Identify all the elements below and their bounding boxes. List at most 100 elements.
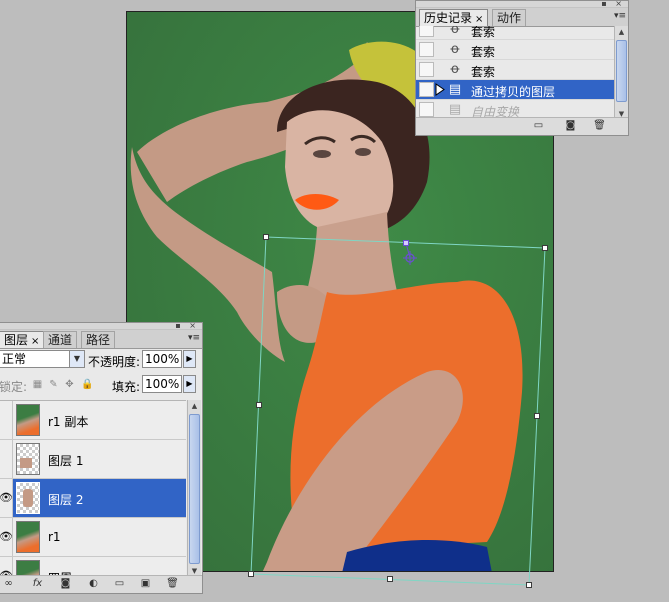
visibility-toggle-empty[interactable] xyxy=(0,401,13,439)
transform-handle-top-left[interactable] xyxy=(263,234,269,240)
layer-name: r1 xyxy=(48,530,61,544)
panel-minimize-close-icon[interactable]: ▪ × xyxy=(175,321,199,330)
tab-layers[interactable]: 图层 × xyxy=(0,331,45,348)
tab-paths-label: 路径 xyxy=(86,333,111,347)
lasso-icon: ꝋ xyxy=(450,42,460,57)
tab-layers-label: 图层 xyxy=(4,333,29,347)
layer-row[interactable]: 图层 1 xyxy=(0,440,186,479)
layer-row[interactable]: r1 副本 xyxy=(0,401,186,440)
tab-channels[interactable]: 通道 xyxy=(43,331,78,348)
layer-thumbnail xyxy=(16,482,40,514)
opacity-slider-arrow-icon[interactable]: ▶ xyxy=(183,350,196,368)
scroll-up-arrow-icon[interactable]: ▲ xyxy=(615,26,628,38)
scroll-thumb[interactable] xyxy=(189,414,200,564)
trash-icon[interactable]: 🗑 xyxy=(166,578,179,590)
layer-row-selected[interactable]: 👁 图层 2 xyxy=(0,479,186,518)
history-scrollbar[interactable]: ▲ ▼ xyxy=(614,26,628,120)
tab-channels-label: 通道 xyxy=(48,333,73,347)
layer-thumbnail xyxy=(16,521,40,553)
layer-list: r1 副本 图层 1 👁 图层 2 👁 r1 👁 四周 xyxy=(0,400,186,578)
lock-label: 锁定: xyxy=(0,380,28,394)
chevron-down-icon[interactable]: ▼ xyxy=(69,351,84,367)
history-step-selected[interactable]: ▤ 通过拷贝的图层 xyxy=(416,80,614,100)
lock-all-icon[interactable]: 🔒 xyxy=(81,379,93,390)
history-snapshot-checkbox[interactable] xyxy=(419,26,434,37)
link-layers-icon[interactable]: ∞ xyxy=(2,578,15,590)
transform-handle-bottom-right[interactable] xyxy=(526,582,532,588)
transform-handle-middle-left[interactable] xyxy=(256,402,262,408)
eye-icon[interactable]: 👁 xyxy=(0,479,13,517)
opacity-value: 100% xyxy=(145,352,180,366)
tab-paths[interactable]: 路径 xyxy=(81,331,116,348)
trash-icon[interactable]: 🗑 xyxy=(593,120,606,132)
close-icon[interactable]: × xyxy=(475,14,483,25)
blend-mode-select[interactable]: 正常 ▼ xyxy=(0,350,85,368)
fill-label: 填充: xyxy=(112,380,141,394)
history-state-pointer-icon xyxy=(435,83,445,96)
panel-minimize-close-icon[interactable]: ▪ × xyxy=(601,0,625,8)
add-mask-icon[interactable]: ◙ xyxy=(59,578,72,590)
new-layer-icon[interactable]: ▣ xyxy=(139,578,152,590)
transform-handle-middle-right[interactable] xyxy=(534,413,540,419)
history-tabbar: 历史记录 × 动作 ▾≡ xyxy=(416,8,628,27)
lock-image-pixels-icon[interactable]: ✎ xyxy=(48,379,59,390)
transform-handle-top-right[interactable] xyxy=(542,245,548,251)
history-step[interactable]: ꝋ 套索 xyxy=(416,60,614,80)
layer-thumbnail xyxy=(16,443,40,475)
history-snapshot-checkbox[interactable] xyxy=(419,42,434,57)
history-panel: ▪ × 历史记录 × 动作 ▾≡ ꝋ 套索 ꝋ 套索 ꝋ 套索 ▤ 通过拷贝的图… xyxy=(415,0,629,136)
transform-handle-bottom-left[interactable] xyxy=(248,571,254,577)
scroll-up-arrow-icon[interactable]: ▲ xyxy=(188,400,201,412)
scroll-thumb[interactable] xyxy=(616,40,627,102)
history-snapshot-checkbox[interactable] xyxy=(419,82,434,97)
layer-name: 图层 2 xyxy=(48,493,84,507)
history-snapshot-checkbox[interactable] xyxy=(419,62,434,77)
lock-transparency-icon[interactable]: ▦ xyxy=(32,379,43,390)
tab-history-label: 历史记录 xyxy=(424,11,473,25)
eye-icon[interactable]: 👁 xyxy=(0,518,13,556)
lasso-icon: ꝋ xyxy=(450,26,460,37)
blend-mode-value: 正常 xyxy=(2,352,27,366)
free-transform-icon: ▤ xyxy=(448,102,462,117)
history-step-label: 套索 xyxy=(471,45,496,59)
lock-position-icon[interactable]: ✥ xyxy=(64,379,75,390)
layers-scrollbar[interactable]: ▲ ▼ xyxy=(187,400,201,577)
panel-header-strip: ▪ × xyxy=(416,0,628,8)
new-document-from-state-icon[interactable]: ▭ xyxy=(532,120,545,132)
tab-actions-label: 动作 xyxy=(497,11,522,25)
history-step[interactable]: ꝋ 套索 xyxy=(416,26,614,40)
close-icon[interactable]: × xyxy=(31,336,39,347)
tab-actions[interactable]: 动作 xyxy=(492,9,527,26)
opacity-input[interactable]: 100% xyxy=(142,350,182,368)
fill-slider-arrow-icon[interactable]: ▶ xyxy=(183,375,196,393)
panel-header-strip: ▪ × xyxy=(0,321,202,330)
layers-tabbar: 图层 × 通道 路径 ▾≡ xyxy=(0,330,202,349)
history-step[interactable]: ꝋ 套索 xyxy=(416,40,614,60)
history-snapshot-checkbox[interactable] xyxy=(419,102,434,117)
adjustment-layer-icon[interactable]: ◐ xyxy=(87,578,100,590)
tab-history[interactable]: 历史记录 × xyxy=(419,9,489,26)
panel-menu-icon[interactable]: ▾≡ xyxy=(614,11,626,22)
history-step-label: 套索 xyxy=(471,26,496,39)
transform-handle-top-middle[interactable] xyxy=(403,240,409,246)
history-list: ꝋ 套索 ꝋ 套索 ꝋ 套索 ▤ 通过拷贝的图层 ▤ 自由变换 xyxy=(416,26,614,120)
fill-input[interactable]: 100% xyxy=(142,375,182,393)
new-group-icon[interactable]: ▭ xyxy=(113,578,126,590)
layer-name: r1 副本 xyxy=(48,415,89,429)
layer-row[interactable]: 👁 r1 xyxy=(0,518,186,557)
layer-copy-icon: ▤ xyxy=(448,82,462,97)
layer-thumbnail xyxy=(16,404,40,436)
blend-opacity-row: 正常 ▼ 不透明度: 100% ▶ xyxy=(0,348,202,373)
layer-name: 图层 1 xyxy=(48,454,84,468)
new-snapshot-icon[interactable]: ◙ xyxy=(564,120,577,132)
layers-panel: ▪ × 图层 × 通道 路径 ▾≡ 正常 ▼ 不透明度: 100% ▶ 锁定: ▦… xyxy=(0,321,203,594)
history-step-label: 通过拷贝的图层 xyxy=(471,85,556,99)
visibility-toggle-empty[interactable] xyxy=(0,440,13,478)
lasso-icon: ꝋ xyxy=(450,62,460,77)
transform-handle-bottom-middle[interactable] xyxy=(387,576,393,582)
panel-menu-icon[interactable]: ▾≡ xyxy=(188,333,200,344)
opacity-label: 不透明度: xyxy=(88,355,141,369)
history-step-label: 套索 xyxy=(471,65,496,79)
layers-bottom-bar: ∞ fx ◙ ◐ ▭ ▣ 🗑 xyxy=(0,575,202,593)
layer-style-fx-icon[interactable]: fx xyxy=(31,578,44,590)
